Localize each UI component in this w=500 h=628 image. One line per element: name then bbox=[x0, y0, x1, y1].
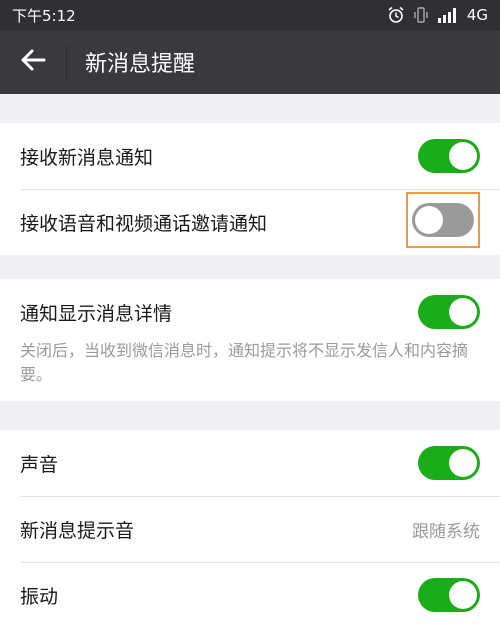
setting-row-notification-tone[interactable]: 新消息提示音 跟随系统 bbox=[0, 496, 500, 562]
setting-label: 接收新消息通知 bbox=[20, 146, 154, 169]
toggle-knob bbox=[449, 581, 477, 609]
network-type: 4G bbox=[466, 6, 488, 24]
setting-row-call-invite-notify[interactable]: 接收语音和视频通话邀请通知 bbox=[0, 189, 500, 255]
header-divider bbox=[66, 45, 67, 79]
highlight-box bbox=[406, 192, 480, 248]
setting-row-new-message-notify[interactable]: 接收新消息通知 bbox=[0, 123, 500, 189]
app-bar: 新消息提醒 bbox=[0, 30, 500, 94]
settings-group-notifications: 接收新消息通知 接收语音和视频通话邀请通知 bbox=[0, 123, 500, 255]
setting-row-vibrate[interactable]: 振动 bbox=[0, 562, 500, 628]
settings-group-sound: 声音 新消息提示音 跟随系统 振动 bbox=[0, 430, 500, 628]
signal-icon bbox=[437, 7, 459, 23]
notification-tone-value: 跟随系统 bbox=[412, 521, 480, 542]
arrow-left-icon bbox=[20, 48, 46, 76]
toggle-knob bbox=[449, 449, 477, 477]
new-message-notify-toggle[interactable] bbox=[418, 139, 480, 173]
toggle-knob bbox=[449, 142, 477, 170]
back-button[interactable] bbox=[0, 30, 66, 94]
status-time: 下午5:12 bbox=[12, 6, 76, 25]
page-title: 新消息提醒 bbox=[85, 52, 196, 77]
setting-row-sound[interactable]: 声音 bbox=[0, 430, 500, 496]
status-bar: 下午5:12 4G bbox=[0, 0, 500, 30]
sound-toggle[interactable] bbox=[418, 446, 480, 480]
setting-row-show-details[interactable]: 通知显示消息详情 bbox=[0, 279, 500, 345]
setting-label: 声音 bbox=[20, 453, 59, 476]
alarm-icon bbox=[387, 6, 405, 24]
toggle-knob bbox=[449, 298, 477, 326]
call-invite-notify-toggle[interactable] bbox=[412, 203, 474, 237]
toggle-knob bbox=[415, 206, 443, 234]
settings-group-details: 通知显示消息详情 关闭后，当收到微信消息时，通知提示将不显示发信人和内容摘要。 bbox=[0, 279, 500, 401]
setting-label: 接收语音和视频通话邀请通知 bbox=[20, 212, 268, 235]
vibrate-icon bbox=[413, 6, 429, 24]
setting-label: 振动 bbox=[20, 585, 59, 608]
setting-label: 新消息提示音 bbox=[20, 519, 135, 542]
setting-label: 通知显示消息详情 bbox=[20, 302, 173, 325]
vibrate-toggle[interactable] bbox=[418, 578, 480, 612]
details-hint-text: 关闭后，当收到微信消息时，通知提示将不显示发信人和内容摘要。 bbox=[20, 341, 469, 384]
status-icons: 4G bbox=[387, 6, 488, 24]
show-details-toggle[interactable] bbox=[418, 295, 480, 329]
